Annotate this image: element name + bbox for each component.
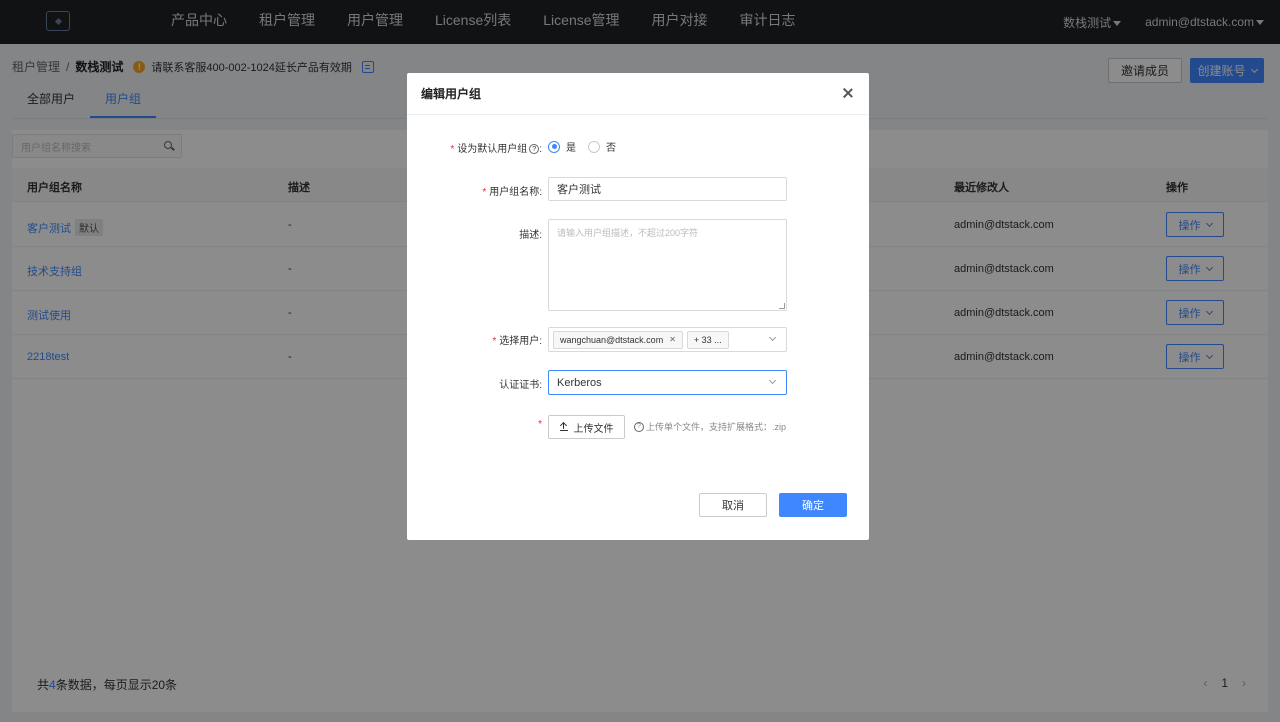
help-icon: ? (634, 421, 644, 432)
user-multi-select[interactable]: wangchuan@dtstack.com ✕ + 33 ... (548, 327, 787, 352)
help-icon[interactable]: ? (529, 144, 540, 155)
upload-hint: ? 上传单个文件，支持扩展格式：.zip (632, 420, 786, 433)
upload-icon (559, 423, 568, 431)
default-no-radio[interactable]: 否 (588, 139, 616, 154)
description-label: 描述: (519, 230, 542, 241)
remove-tag-icon[interactable]: ✕ (669, 335, 676, 344)
select-users-label: * 选择用户: (492, 336, 542, 347)
default-yes-radio[interactable]: 是 (548, 139, 576, 154)
close-icon[interactable] (843, 88, 853, 98)
more-users-tag[interactable]: + 33 ... (686, 330, 729, 349)
group-name-label: * 用户组名称: (482, 187, 542, 198)
selected-user-tag: wangchuan@dtstack.com ✕ (553, 330, 683, 349)
upload-file-button[interactable]: 上传文件 (548, 415, 625, 439)
resize-handle-icon[interactable] (779, 303, 785, 309)
confirm-button[interactable]: 确定 (779, 493, 847, 517)
description-textarea[interactable]: 请输入用户组描述，不超过200字符 (548, 219, 787, 311)
dialog-title: 编辑用户组 (407, 73, 869, 115)
edit-user-group-dialog: 编辑用户组 * 设为默认用户组?: 是 否 * 用户组名称: 客户测试 描述: 请输… (407, 73, 869, 540)
certificate-select[interactable]: Kerberos (548, 370, 787, 395)
chevron-down-icon (768, 333, 777, 342)
chevron-down-icon (768, 376, 777, 385)
certificate-label: 认证证书: (499, 380, 542, 391)
default-group-label: * 设为默认用户组?: (450, 144, 542, 155)
upload-required-mark: * (538, 419, 542, 430)
group-name-input[interactable]: 客户测试 (548, 177, 787, 201)
cancel-button[interactable]: 取消 (699, 493, 767, 517)
